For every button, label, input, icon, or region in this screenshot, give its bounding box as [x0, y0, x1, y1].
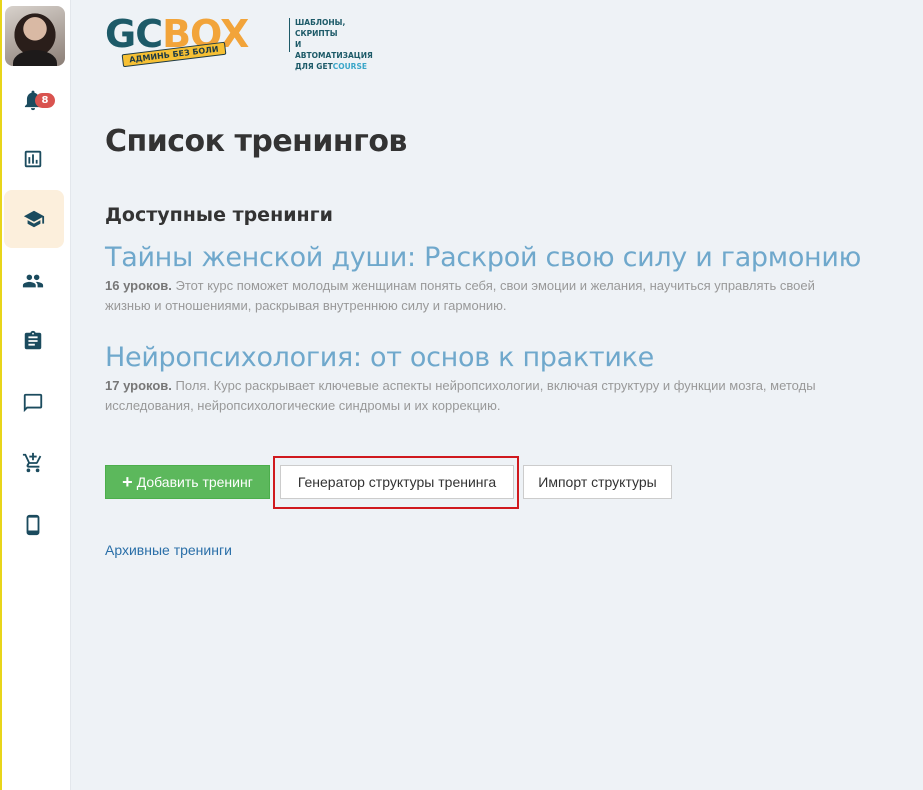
training-title-link[interactable]: Тайны женской души: Раскрой свою силу и …	[105, 242, 861, 274]
sidebar: 8	[2, 0, 71, 790]
sidebar-item-messages[interactable]	[2, 374, 64, 432]
training-description: 16 уроков. Этот курс поможет молодым жен…	[105, 278, 815, 313]
sidebar-item-trainings[interactable]	[4, 190, 64, 248]
cart-plus-icon	[22, 452, 42, 473]
plus-icon: +	[122, 472, 133, 492]
sidebar-item-users[interactable]	[2, 252, 64, 310]
sidebar-item-tasks[interactable]	[2, 312, 64, 370]
phone-icon	[26, 514, 40, 536]
users-icon	[22, 274, 44, 288]
page-title: Список тренингов	[105, 124, 407, 159]
training-title-link[interactable]: Нейропсихология: от основ к практике	[105, 342, 845, 374]
sidebar-item-reports[interactable]	[2, 130, 64, 188]
import-structure-button[interactable]: Импорт структуры	[523, 465, 672, 499]
sidebar-item-mobile[interactable]	[2, 496, 64, 554]
add-training-button[interactable]: + Добавить тренинг	[105, 465, 270, 499]
notification-badge: 8	[35, 93, 55, 108]
section-title: Доступные тренинги	[105, 204, 333, 226]
training-description: 17 уроков. Поля. Курс раскрывает ключевы…	[105, 378, 816, 413]
highlight-box	[273, 456, 519, 509]
logo-tagline: ШАБЛОНЫ, СКРИПТЫ И АВТОМАТИЗАЦИЯ ДЛЯ GET…	[295, 18, 373, 71]
avatar[interactable]	[5, 6, 65, 66]
chat-icon	[23, 393, 43, 413]
gcbox-logo[interactable]: GCBOX АДМИНЬ БЕЗ БОЛИ ШАБЛОНЫ, СКРИПТЫ И…	[105, 14, 375, 71]
logo-separator	[289, 18, 290, 52]
bar-chart-icon	[24, 150, 42, 168]
graduation-cap-icon	[23, 210, 45, 228]
training-item: Тайны женской души: Раскрой свою силу и …	[105, 242, 861, 316]
archived-trainings-link[interactable]: Архивные тренинги	[105, 542, 232, 558]
lesson-count: 16 уроков.	[105, 278, 172, 293]
lesson-count: 17 уроков.	[105, 378, 172, 393]
sidebar-item-notifications[interactable]: 8	[2, 72, 64, 130]
training-item: Нейропсихология: от основ к практике 17 …	[105, 342, 845, 416]
sidebar-item-sales[interactable]	[2, 434, 64, 492]
clipboard-icon	[24, 330, 42, 350]
